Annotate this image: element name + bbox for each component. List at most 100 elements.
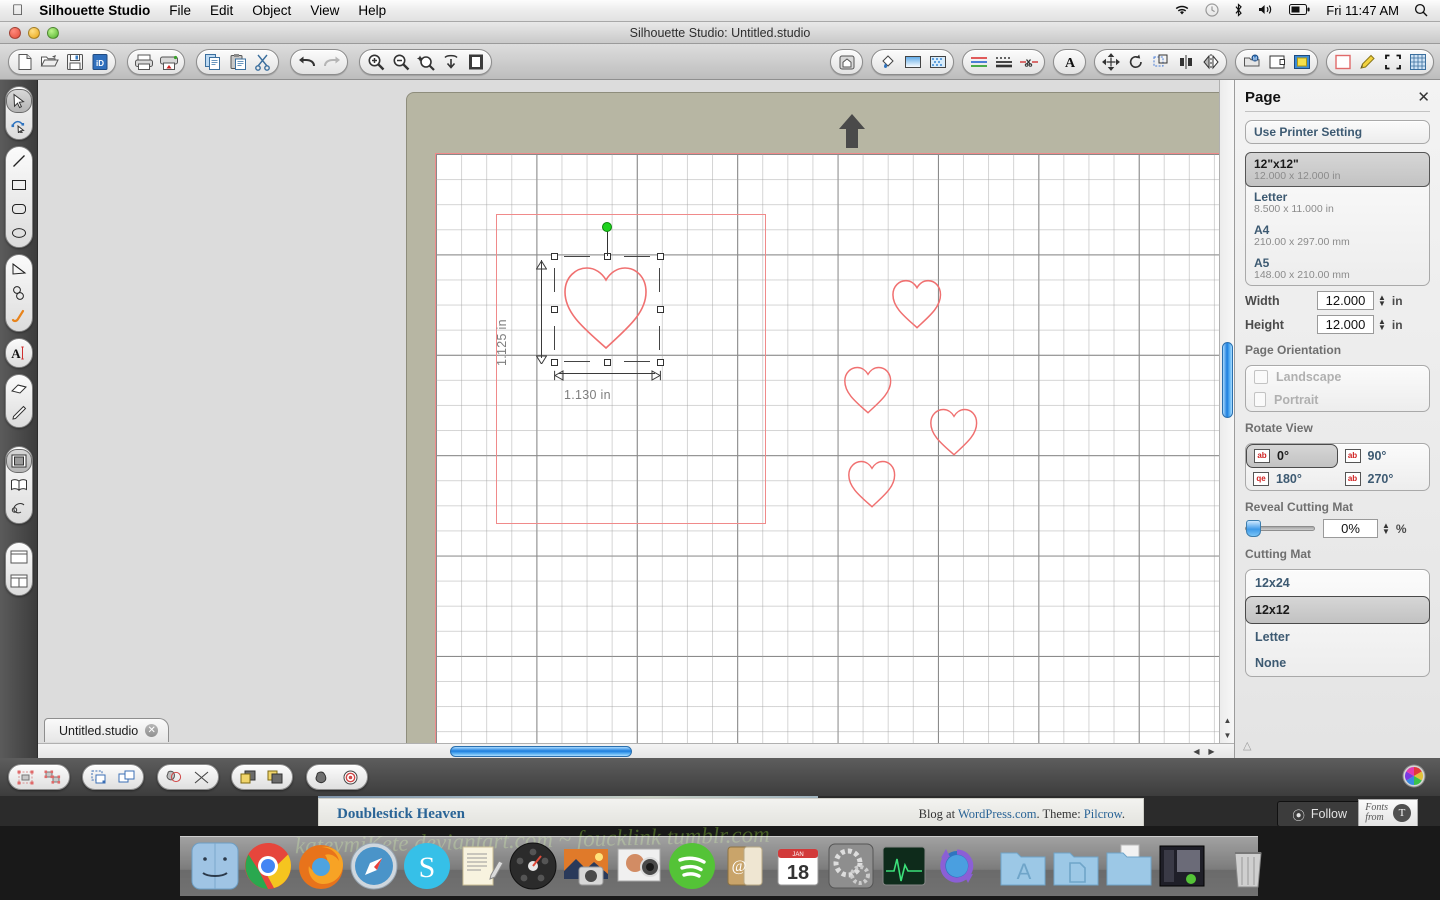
new-document-icon[interactable] xyxy=(12,51,37,73)
dock-item-spotify[interactable] xyxy=(667,841,717,891)
edit-points-tool[interactable] xyxy=(6,113,32,137)
width-input[interactable]: 12.000 xyxy=(1317,291,1374,310)
text-style-icon[interactable]: A xyxy=(1057,51,1082,73)
knife-tool[interactable] xyxy=(6,401,32,425)
save-document-icon[interactable] xyxy=(62,51,87,73)
dock-item-notes[interactable] xyxy=(455,841,505,891)
design-page[interactable]: 1.125 in 1.130 in xyxy=(435,153,1234,758)
move-icon[interactable] xyxy=(1098,51,1123,73)
page-size-option-12x12[interactable]: 12"x12" 12.000 x 12.000 in xyxy=(1245,152,1430,187)
rectangle-tool[interactable] xyxy=(6,173,32,197)
pattern-fill-icon[interactable] xyxy=(925,51,950,73)
dock-item-system-preferences[interactable] xyxy=(826,841,876,891)
align-icon[interactable] xyxy=(1173,51,1198,73)
fill-color-icon[interactable] xyxy=(875,51,900,73)
timemachine-icon[interactable] xyxy=(1205,3,1219,19)
undo-icon[interactable] xyxy=(294,51,319,73)
page-setup-icon[interactable] xyxy=(1330,51,1355,73)
search-icon[interactable] xyxy=(1414,3,1428,19)
dock-item-iphoto[interactable] xyxy=(561,841,611,891)
fonts-from-widget[interactable]: Fonts from T xyxy=(1358,799,1418,827)
freehand-tool[interactable] xyxy=(6,305,32,329)
heart-4[interactable] xyxy=(928,406,980,456)
cut-settings-icon[interactable] xyxy=(1380,51,1405,73)
document-tab[interactable]: Untitled.studio ✕ xyxy=(44,718,169,742)
rotate-option-270[interactable]: ab 270° xyxy=(1338,468,1430,490)
dock-item-google-chrome[interactable] xyxy=(243,841,293,891)
follow-button[interactable]: ⦿ Follow xyxy=(1277,801,1362,827)
orientation-box[interactable]: Landscape Portrait xyxy=(1245,365,1430,412)
theme-link[interactable]: Pilcrow xyxy=(1084,807,1122,821)
menu-object[interactable]: Object xyxy=(252,3,291,18)
page-size-option-a5[interactable]: A5 148.00 x 210.00 mm xyxy=(1246,252,1429,285)
scale-icon[interactable] xyxy=(1148,51,1173,73)
rotate-icon[interactable] xyxy=(1123,51,1148,73)
trace-icon[interactable] xyxy=(1289,51,1314,73)
line-style-icon[interactable] xyxy=(991,51,1016,73)
dock-item-dashboard[interactable] xyxy=(508,841,558,891)
handle-bottom-center[interactable] xyxy=(604,359,611,366)
page-size-option-letter[interactable]: Letter 8.500 x 11.000 in xyxy=(1246,186,1429,219)
pen-holder-icon[interactable] xyxy=(1355,51,1380,73)
mat-option-none[interactable]: None xyxy=(1246,650,1429,676)
dock-item-trash[interactable] xyxy=(1223,841,1273,891)
zoom-selection-icon[interactable] xyxy=(413,51,438,73)
release-compound-path-icon[interactable] xyxy=(113,766,140,788)
scroll-right-arrow[interactable]: ▶ xyxy=(1204,744,1219,758)
offset-shape-icon[interactable] xyxy=(310,766,337,788)
width-stepper[interactable]: ▲ ▼ xyxy=(1378,295,1386,307)
stepper-down-icon[interactable]: ▼ xyxy=(1378,301,1386,307)
scroll-left-arrow[interactable]: ◀ xyxy=(1189,744,1204,758)
line-tool[interactable] xyxy=(6,149,32,173)
menu-edit[interactable]: Edit xyxy=(210,3,233,18)
subtract-objects-icon[interactable] xyxy=(188,766,215,788)
single-pane-view[interactable] xyxy=(6,545,32,569)
redo-icon[interactable] xyxy=(319,51,344,73)
dock-item-firefox[interactable] xyxy=(296,841,346,891)
dock-item-downloads-folder[interactable] xyxy=(1104,841,1154,891)
zoom-in-icon[interactable] xyxy=(363,51,388,73)
ellipse-tool[interactable] xyxy=(6,221,32,245)
page-size-list[interactable]: 12"x12" 12.000 x 12.000 in Letter 8.500 … xyxy=(1245,152,1430,286)
dock-item-software-update[interactable] xyxy=(932,841,982,891)
canvas-horizontal-scrollbar[interactable]: ◀ ▶ xyxy=(38,743,1234,758)
cut-icon[interactable] xyxy=(250,51,275,73)
height-input[interactable]: 12.000 xyxy=(1317,315,1374,334)
mat-option-letter[interactable]: Letter xyxy=(1246,624,1429,650)
group-objects-icon[interactable] xyxy=(12,766,39,788)
dock-item-ical[interactable]: JAN18 xyxy=(773,841,823,891)
rounded-rectangle-tool[interactable] xyxy=(6,197,32,221)
handle-mid-right[interactable] xyxy=(657,306,664,313)
zoom-out-icon[interactable] xyxy=(388,51,413,73)
print-icon[interactable] xyxy=(131,51,156,73)
heart-2[interactable] xyxy=(890,277,944,329)
my-library-icon[interactable] xyxy=(834,51,859,73)
rotate-view-box[interactable]: ab 0° ab 90° qe 180° ab 270° xyxy=(1245,443,1430,491)
menu-clock[interactable]: Fri 11:47 AM xyxy=(1326,3,1399,18)
internal-offset-icon[interactable] xyxy=(337,766,364,788)
grid-icon[interactable] xyxy=(1405,51,1430,73)
wifi-icon[interactable] xyxy=(1174,4,1190,18)
dock-item-safari[interactable] xyxy=(349,841,399,891)
stepper-down-icon[interactable]: ▼ xyxy=(1382,529,1390,535)
handle-top-right[interactable] xyxy=(657,253,664,260)
rotate-option-0[interactable]: ab 0° xyxy=(1246,444,1338,468)
menu-help[interactable]: Help xyxy=(358,3,386,18)
heart-3[interactable] xyxy=(842,364,894,414)
menu-file[interactable]: File xyxy=(169,3,191,18)
apple-icon[interactable]:  xyxy=(12,3,23,18)
trace-tool[interactable] xyxy=(6,497,32,521)
menu-app-name[interactable]: Silhouette Studio xyxy=(39,3,150,18)
orientation-option-portrait[interactable]: Portrait xyxy=(1246,388,1429,411)
cut-style-icon[interactable] xyxy=(1016,51,1041,73)
weld-objects-icon[interactable] xyxy=(161,766,188,788)
rotate-handle[interactable] xyxy=(602,222,612,232)
zoom-fit-icon[interactable] xyxy=(438,51,463,73)
handle-bottom-left[interactable] xyxy=(551,359,558,366)
bring-to-front-icon[interactable] xyxy=(235,766,262,788)
reveal-slider-knob[interactable] xyxy=(1246,520,1261,537)
close-icon[interactable]: ✕ xyxy=(1417,88,1430,106)
close-icon[interactable]: ✕ xyxy=(145,724,158,737)
color-wheel-icon[interactable] xyxy=(1402,764,1426,788)
zoom-page-icon[interactable] xyxy=(463,51,488,73)
